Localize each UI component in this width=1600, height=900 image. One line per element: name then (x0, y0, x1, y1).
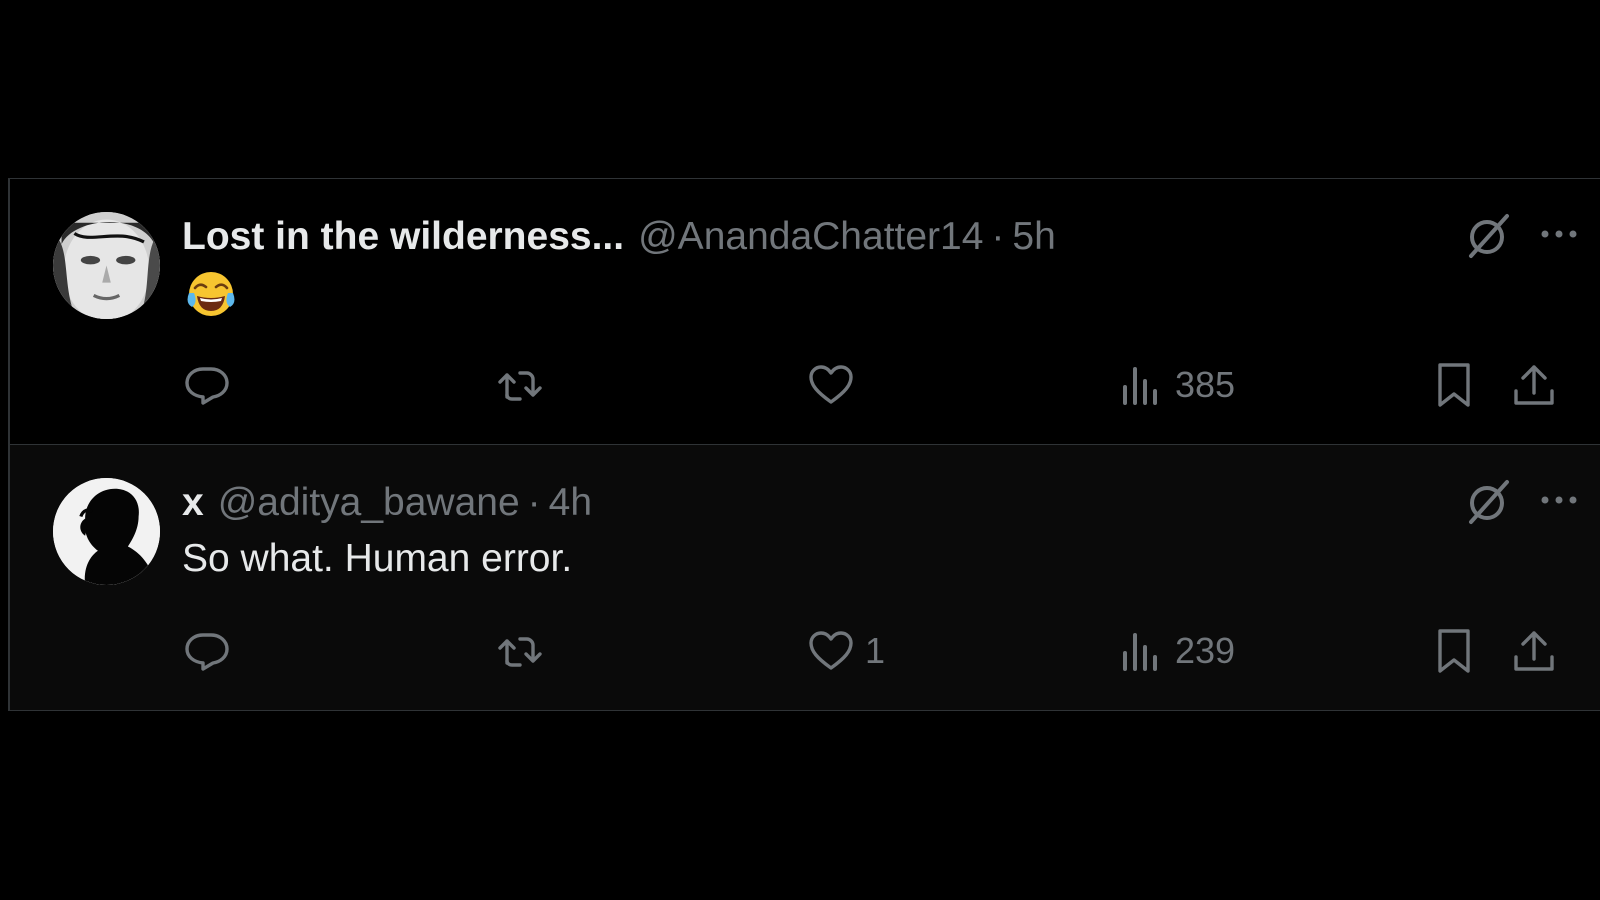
share-icon (1514, 365, 1554, 405)
retweet-icon (498, 637, 542, 667)
tweet[interactable]: Lost in the wilderness... @AnandaChatter… (10, 179, 1600, 445)
display-name[interactable]: Lost in the wilderness... (182, 213, 624, 261)
grok-icon[interactable] (1463, 211, 1513, 261)
views-count: 239 (1175, 630, 1236, 671)
display-name[interactable]: x (182, 479, 204, 527)
like-button[interactable]: 1 (807, 621, 885, 681)
user-handle[interactable]: @aditya_bawane (218, 479, 520, 527)
like-button[interactable] (807, 355, 865, 415)
heart-icon (809, 365, 853, 404)
views-button[interactable]: 385 (1117, 355, 1235, 415)
tweet-header: Lost in the wilderness... @AnandaChatter… (182, 213, 1056, 261)
reply-icon (185, 367, 229, 405)
views-icon (1123, 633, 1157, 671)
views-icon (1123, 367, 1157, 405)
timeline: Lost in the wilderness... @AnandaChatter… (8, 178, 1600, 711)
heart-icon (809, 631, 853, 670)
bookmark-button[interactable] (1430, 621, 1478, 681)
avatar[interactable] (53, 478, 160, 585)
avatar[interactable] (53, 212, 160, 319)
bookmark-button[interactable] (1430, 355, 1478, 415)
user-handle[interactable]: @AnandaChatter14 (638, 213, 983, 261)
views-button[interactable]: 239 (1117, 621, 1235, 681)
retweet-button[interactable] (496, 355, 554, 415)
more-icon[interactable] (1536, 211, 1582, 257)
like-count: 1 (865, 630, 886, 671)
reply-icon (185, 633, 229, 671)
face-with-tears-of-joy-emoji (186, 269, 236, 319)
grok-icon[interactable] (1463, 477, 1513, 527)
views-count: 385 (1175, 364, 1236, 405)
bookmark-icon (1438, 629, 1470, 673)
timestamp[interactable]: 5h (1012, 213, 1055, 261)
more-icon[interactable] (1536, 477, 1582, 523)
avatar-image (53, 212, 160, 319)
tweet-text: So what. Human error. (182, 537, 573, 580)
retweet-button[interactable] (496, 621, 554, 681)
tweet-header: x @aditya_bawane · 4h (182, 479, 592, 527)
reply-button[interactable] (183, 355, 241, 415)
avatar-image (53, 478, 160, 585)
bookmark-icon (1438, 363, 1470, 407)
reply-button[interactable] (183, 621, 241, 681)
separator: · (527, 481, 541, 524)
share-button[interactable] (1510, 621, 1558, 681)
tweet-actions: 1 239 (10, 621, 1600, 681)
retweet-icon (498, 371, 542, 401)
share-icon (1514, 631, 1554, 671)
separator: · (991, 215, 1005, 258)
timestamp[interactable]: 4h (549, 479, 592, 527)
share-button[interactable] (1510, 355, 1558, 415)
tweet[interactable]: x @aditya_bawane · 4h So what. Human err… (10, 445, 1600, 711)
tweet-actions: 385 (10, 355, 1600, 415)
